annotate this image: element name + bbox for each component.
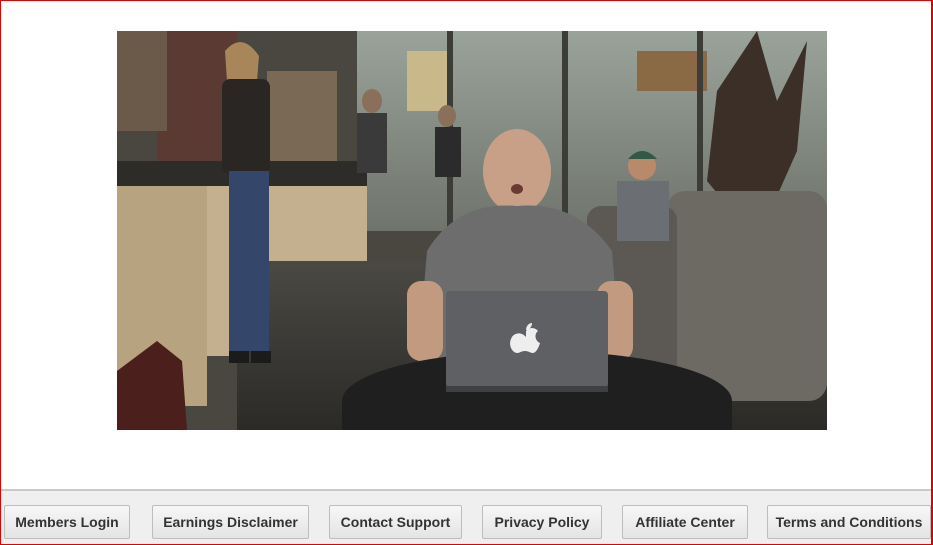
cafe-scene-image xyxy=(117,31,827,430)
footer-bar: Members Login Earnings Disclaimer Contac… xyxy=(1,489,931,544)
privacy-policy-button[interactable]: Privacy Policy xyxy=(482,505,602,539)
terms-and-conditions-button[interactable]: Terms and Conditions xyxy=(767,505,931,539)
contact-support-button[interactable]: Contact Support xyxy=(329,505,462,539)
video-player[interactable] xyxy=(117,31,827,430)
members-login-button[interactable]: Members Login xyxy=(4,505,130,539)
affiliate-center-button[interactable]: Affiliate Center xyxy=(622,505,748,539)
earnings-disclaimer-button[interactable]: Earnings Disclaimer xyxy=(152,505,309,539)
footer-links: Members Login Earnings Disclaimer Contac… xyxy=(1,491,931,544)
